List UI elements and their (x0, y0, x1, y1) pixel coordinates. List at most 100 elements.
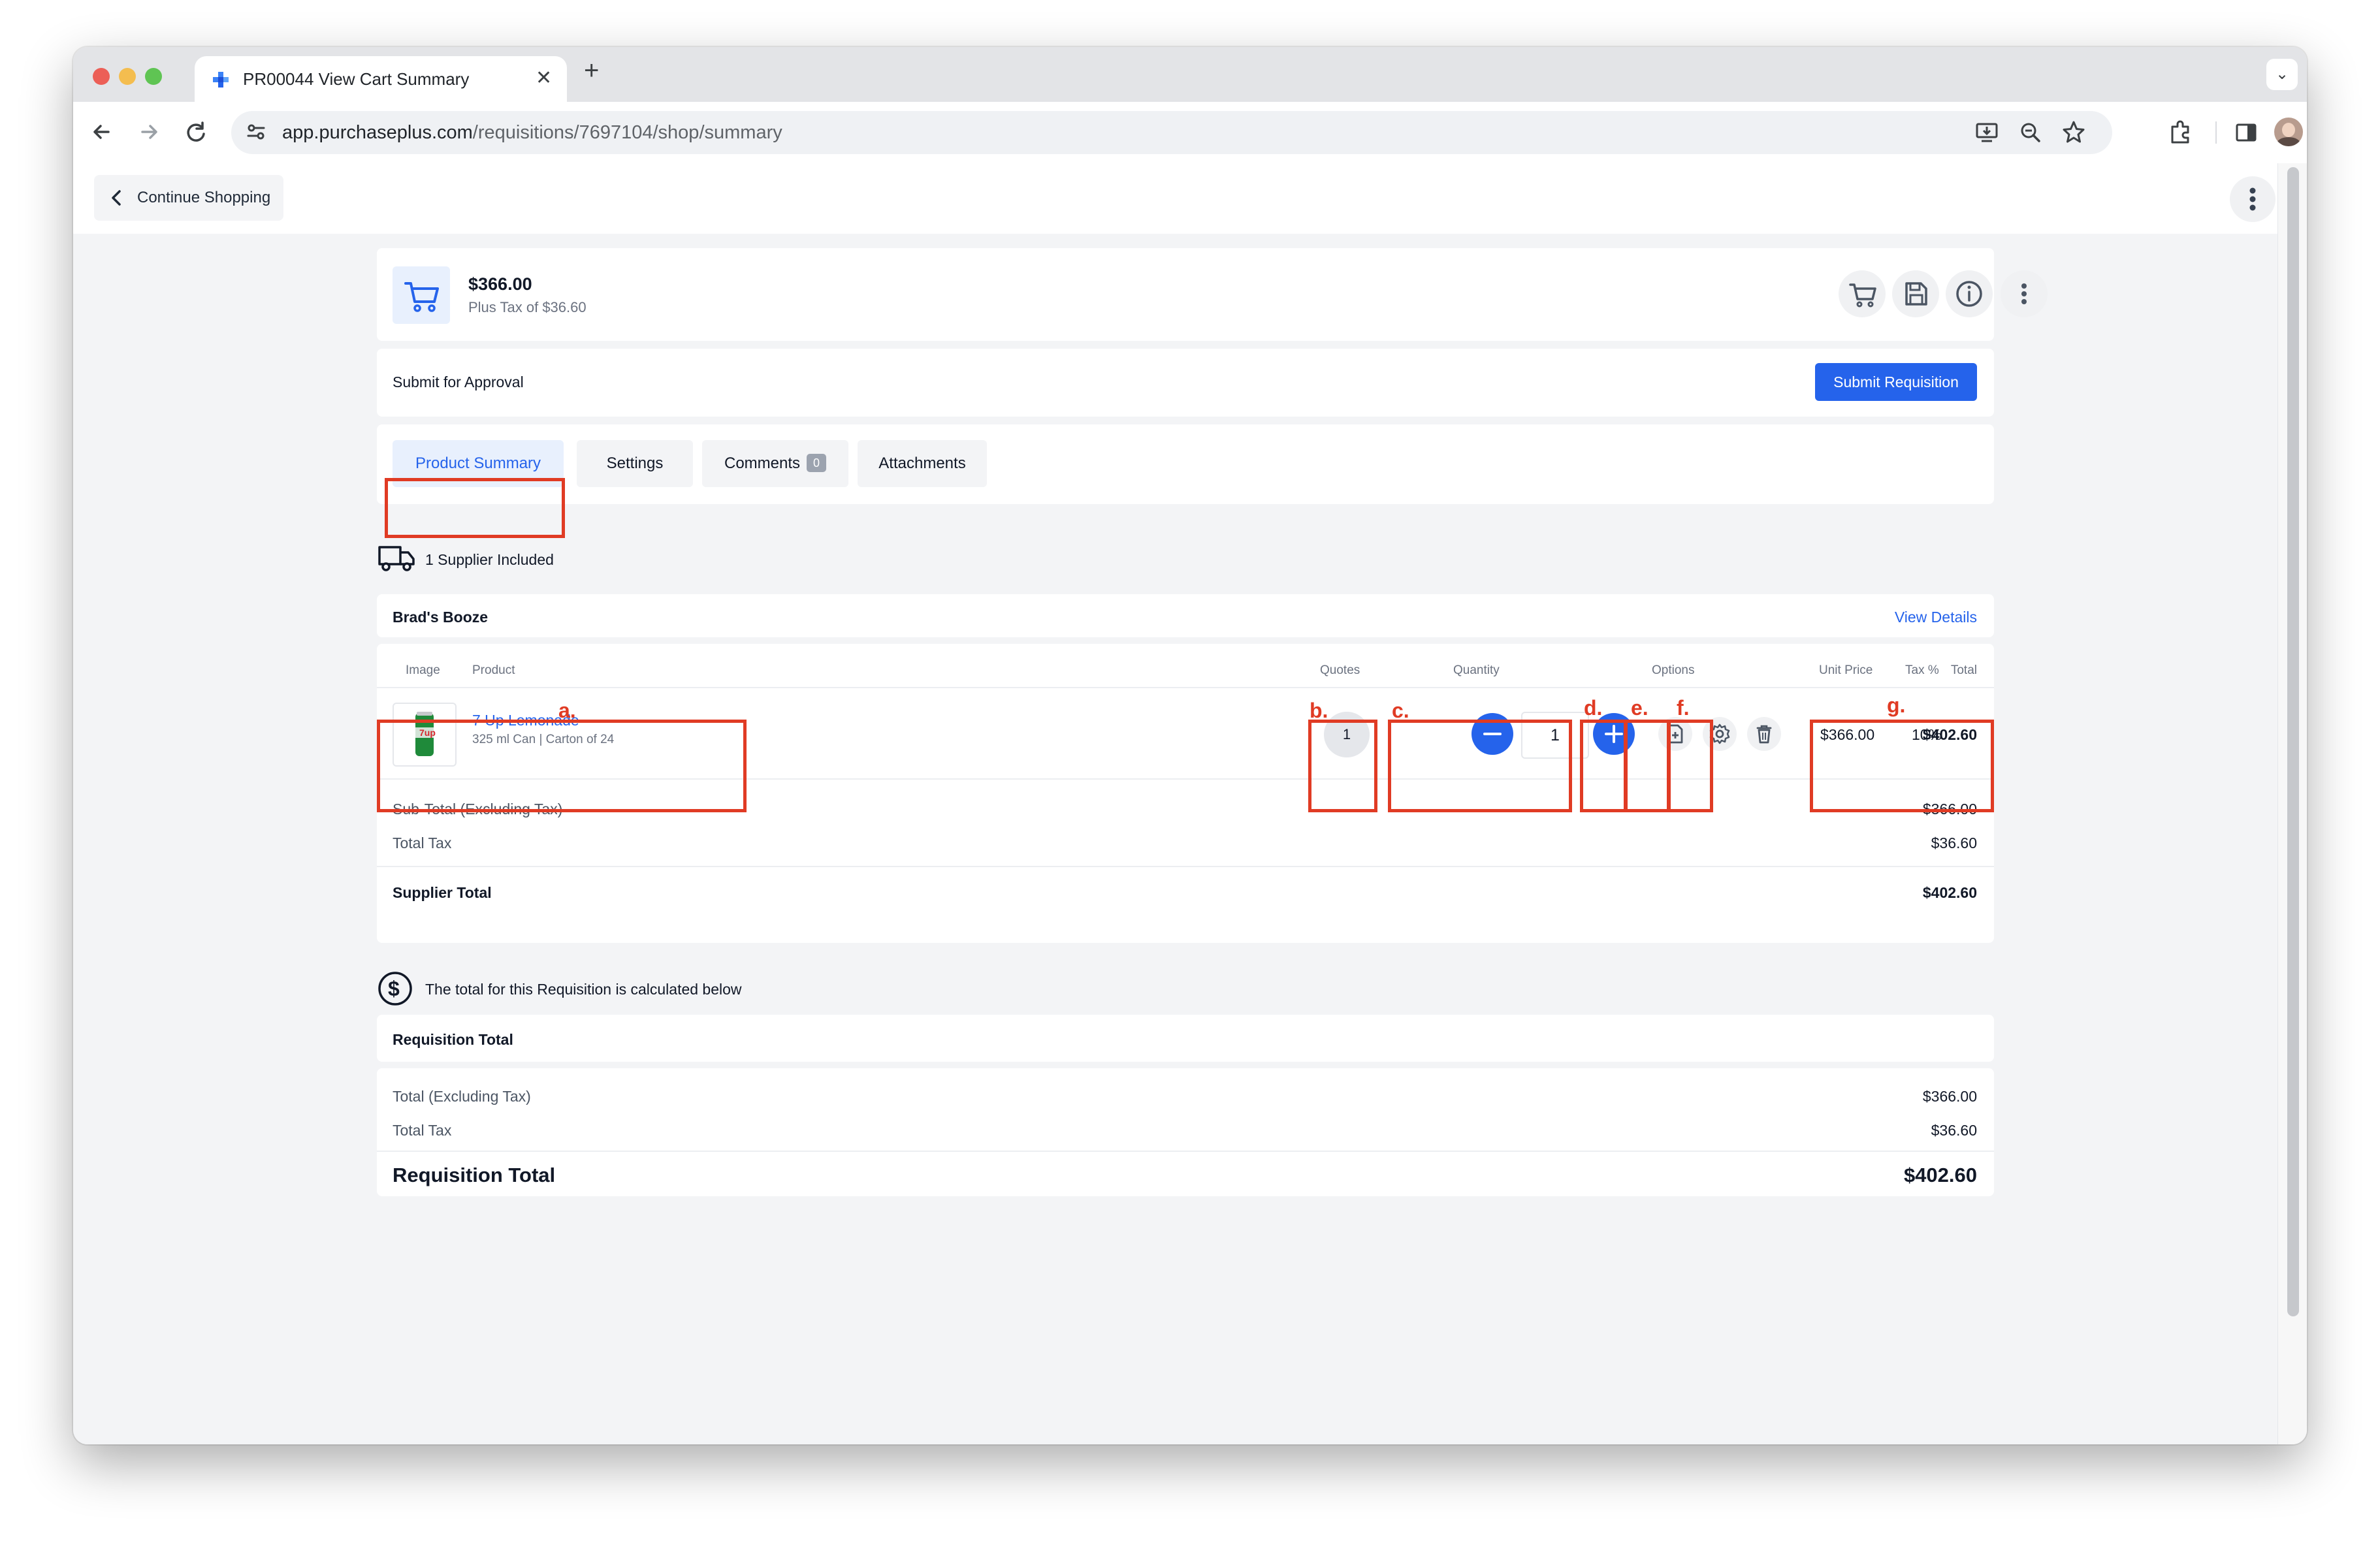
requisition-total-header: Requisition Total (377, 1015, 1994, 1062)
requisition-note: The total for this Requisition is calcul… (425, 981, 742, 998)
tab-attachments[interactable]: Attachments (858, 440, 987, 487)
browser-window: PR00044 View Cart Summary ✕ + ⌄ app.purc… (73, 47, 2307, 1444)
requisition-header: Requisition Total (393, 1031, 513, 1048)
bookmark-star-icon[interactable] (2060, 119, 2087, 146)
page-menu-button[interactable] (2230, 176, 2275, 222)
side-panel-icon[interactable] (2228, 115, 2264, 150)
install-app-icon[interactable] (1974, 119, 2001, 146)
requisition-total-label: Requisition Total (393, 1164, 556, 1186)
more-vertical-icon (2021, 283, 2027, 304)
cart-total-card: $366.00 Plus Tax of $36.60 (377, 248, 1994, 341)
svg-text:$: $ (388, 977, 400, 1000)
purchaseplus-favicon-icon (213, 72, 229, 87)
url-text[interactable]: app.purchaseplus.com/requisitions/769710… (282, 122, 782, 144)
annotation-box-b (1308, 720, 1377, 812)
requisition-tax-value: $36.60 (1931, 1122, 1977, 1139)
suppliers-included-text: 1 Supplier Included (425, 551, 554, 568)
page-content: Continue Shopping $366.00 Plus Tax of $3… (73, 163, 2307, 1444)
more-vertical-icon (2249, 187, 2256, 211)
profile-avatar[interactable] (2274, 118, 2303, 146)
supplier-header: Brad's Booze View Details (377, 594, 1994, 637)
supplier-tax-label: Total Tax (393, 834, 452, 851)
requisition-totals-card: Total (Excluding Tax) $366.00 Total Tax … (377, 1068, 1994, 1196)
view-details-link[interactable]: View Details (1895, 609, 1977, 626)
cart-icon-box (393, 266, 450, 324)
continue-shopping-label: Continue Shopping (137, 189, 271, 206)
trash-icon (1756, 725, 1772, 744)
cart-button[interactable] (1839, 270, 1886, 317)
tab-close-icon[interactable]: ✕ (536, 67, 552, 89)
top-bar: Continue Shopping (73, 163, 2278, 234)
annotation-label-d: d. (1584, 696, 1603, 720)
column-header-quantity: Quantity (1453, 663, 1500, 677)
minimize-window-button[interactable] (119, 68, 136, 85)
annotation-label-a: a. (558, 699, 576, 722)
save-icon (1905, 282, 1927, 306)
truck-icon (378, 546, 415, 571)
save-button[interactable] (1892, 270, 1939, 317)
annotation-label-b: b. (1310, 699, 1328, 722)
comments-count-badge: 0 (807, 454, 827, 472)
site-settings-icon[interactable] (246, 121, 266, 142)
arrow-right-icon[interactable] (133, 116, 165, 148)
annotation-box-f (1667, 720, 1713, 812)
cart-icon (404, 282, 439, 312)
address-bar[interactable]: app.purchaseplus.com/requisitions/769710… (231, 111, 2112, 154)
extensions-puzzle-icon[interactable] (2163, 115, 2198, 150)
supplier-name: Brad's Booze (393, 609, 489, 626)
total-divider (377, 866, 1994, 867)
reload-icon[interactable] (180, 116, 212, 148)
annotation-box-a (377, 720, 747, 812)
summary-more-button[interactable] (2001, 270, 2048, 317)
arrow-left-icon[interactable] (86, 116, 118, 148)
annotation-box-c (1388, 720, 1572, 812)
column-header-product: Product (472, 663, 515, 677)
tab-search-button[interactable]: ⌄ (2266, 59, 2298, 90)
tab-title: PR00044 View Cart Summary (243, 69, 470, 89)
new-tab-button[interactable]: + (584, 56, 599, 86)
tab-strip: PR00044 View Cart Summary ✕ + ⌄ (73, 47, 2307, 102)
scrollbar-thumb[interactable] (2287, 167, 2299, 1316)
annotation-label-c: c. (1392, 699, 1409, 722)
total-excl-label: Total (Excluding Tax) (393, 1088, 531, 1105)
annotation-label-e: e. (1631, 696, 1648, 720)
supplier-total-value: $402.60 (1922, 884, 1977, 901)
info-icon (1956, 281, 1982, 307)
toolbar-divider (2215, 121, 2217, 144)
header-divider (377, 687, 1994, 688)
delete-line-button[interactable] (1747, 717, 1781, 751)
annotation-box-d (1580, 720, 1627, 812)
annotation-box-tab (385, 478, 565, 538)
chevron-left-icon (112, 190, 121, 206)
supplier-total-label: Supplier Total (393, 884, 492, 901)
annotation-box-g (1810, 720, 1994, 812)
close-window-button[interactable] (93, 68, 110, 85)
browser-toolbar: app.purchaseplus.com/requisitions/769710… (73, 102, 2307, 165)
cart-tax-line: Plus Tax of $36.60 (468, 299, 587, 315)
info-button[interactable] (1946, 270, 1993, 317)
cart-icon (1849, 283, 1876, 308)
column-header-image: Image (406, 663, 440, 677)
requisition-divider (377, 1151, 1994, 1152)
requisition-total-value: $402.60 (1903, 1164, 1977, 1186)
continue-shopping-button[interactable]: Continue Shopping (94, 175, 283, 221)
requisition-tax-label: Total Tax (393, 1122, 452, 1139)
vertical-scrollbar[interactable] (2277, 163, 2307, 1444)
tab-comments-label: Comments (724, 454, 801, 472)
tabs-card: Product Summary Settings Comments 0 Attac… (377, 424, 1994, 504)
column-header-total: Total (1950, 663, 1977, 677)
column-header-options: Options (1652, 663, 1695, 677)
dollar-circle-icon: $ (378, 972, 412, 1006)
zoom-icon[interactable] (2017, 119, 2044, 146)
approval-label: Submit for Approval (393, 373, 524, 390)
tab-comments[interactable]: Comments 0 (702, 440, 848, 487)
annotation-label-f: f. (1677, 696, 1690, 720)
maximize-window-button[interactable] (145, 68, 162, 85)
tab-settings[interactable]: Settings (577, 440, 693, 487)
approval-card: Submit for Approval Submit Requisition (377, 349, 1994, 417)
submit-requisition-button[interactable]: Submit Requisition (1815, 363, 1977, 401)
annotation-box-e (1624, 720, 1670, 812)
browser-tab[interactable]: PR00044 View Cart Summary ✕ (195, 56, 567, 102)
annotation-label-g: g. (1887, 693, 1906, 717)
supplier-tax-value: $36.60 (1931, 834, 1977, 851)
